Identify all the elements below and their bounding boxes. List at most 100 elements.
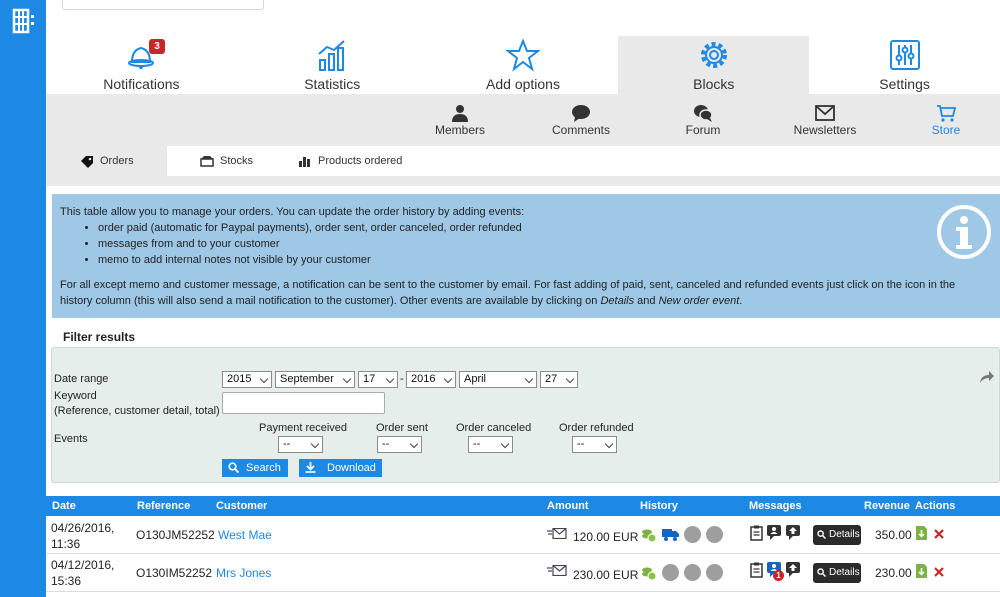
order-date: 04/12/2016, 15:36: [51, 557, 114, 589]
left-sidebar: [0, 0, 46, 597]
from-day-select[interactable]: 17: [358, 371, 398, 388]
memo-icon[interactable]: [750, 525, 763, 541]
download-icon: [305, 462, 316, 473]
search-icon: [228, 462, 239, 473]
canceled-icon[interactable]: [684, 564, 701, 581]
subtab-label: Forum: [685, 123, 721, 137]
search-button[interactable]: Search: [222, 459, 288, 477]
sent-icon[interactable]: [662, 564, 679, 581]
tab-label: Add options: [486, 76, 560, 92]
from-year-select[interactable]: 2015: [222, 371, 272, 388]
details-button[interactable]: Details: [813, 563, 861, 583]
download-button[interactable]: Download: [299, 459, 382, 477]
details-button[interactable]: Details: [813, 525, 861, 545]
col-date[interactable]: Date: [52, 500, 76, 512]
order-date-text: 04/26/2016,: [51, 521, 115, 535]
payment-received-select[interactable]: --: [278, 436, 323, 453]
subtab-label: Comments: [551, 123, 610, 137]
notification-count-badge: 3: [149, 39, 165, 54]
order-reference: O130IM52252: [136, 566, 213, 580]
keyword-label: Keyword: [54, 390, 97, 402]
order-date-text: 04/12/2016,: [51, 558, 115, 572]
col-revenue[interactable]: Revenue: [864, 500, 910, 512]
tab-add-options[interactable]: Add options: [428, 36, 619, 94]
bar-chart-icon: [318, 40, 345, 71]
orders-table-header: Date Reference Customer Amount History M…: [46, 496, 1000, 516]
subtab-members[interactable]: Members: [400, 94, 520, 146]
mail-sent-icon: [547, 528, 567, 539]
tab-products-ordered[interactable]: Products ordered: [298, 146, 428, 176]
invoice-download-icon[interactable]: [915, 525, 928, 541]
info-bullet: messages from and to your customer: [98, 236, 992, 252]
from-month-select[interactable]: September: [275, 371, 355, 388]
subtab-newsletters[interactable]: Newsletters: [765, 94, 885, 146]
details-button-label: Details: [829, 529, 860, 540]
store-tabs-underline: [46, 176, 1000, 186]
invoice-download-icon[interactable]: [915, 563, 928, 579]
message-in-icon[interactable]: [766, 524, 782, 540]
blocks-subtabs: Members Comments Forum Newsletters Store: [46, 94, 1000, 146]
order-amount: 230.00 EUR: [573, 568, 639, 582]
top-search-box[interactable]: [62, 0, 264, 10]
unread-message-badge: 1: [773, 570, 784, 581]
order-canceled-select[interactable]: --: [468, 436, 513, 453]
subtab-store[interactable]: Store: [886, 94, 1000, 146]
table-row: 04/12/2016, 15:36 O130IM52252 Mrs Jones …: [46, 554, 1000, 592]
tab-notifications[interactable]: 3 Notifications: [46, 36, 237, 94]
store-tabs: Orders Stocks Products ordered: [46, 146, 1000, 176]
filter-title: Filter results: [63, 330, 136, 344]
customer-link[interactable]: Mrs Jones: [216, 566, 271, 580]
canceled-icon[interactable]: [684, 526, 701, 543]
tab-label: Settings: [879, 76, 930, 92]
truck-sent-icon[interactable]: [662, 528, 679, 541]
message-out-icon[interactable]: [785, 524, 801, 540]
keyword-input[interactable]: [222, 392, 385, 414]
refunded-icon[interactable]: [706, 526, 723, 543]
subtab-label: Store: [931, 123, 961, 137]
main-tabs: 3 Notifications Statistics Add options B…: [46, 36, 1000, 94]
envelope-icon: [815, 105, 835, 121]
col-actions: Actions: [915, 500, 956, 512]
tag-icon: [81, 155, 93, 168]
order-refunded-select[interactable]: --: [572, 436, 617, 453]
share-arrow-icon[interactable]: [978, 370, 994, 384]
user-icon: [452, 105, 468, 122]
tab-stocks[interactable]: Stocks: [200, 146, 300, 176]
order-sent-select[interactable]: --: [377, 436, 422, 453]
refunded-icon[interactable]: [706, 564, 723, 581]
paid-coins-icon[interactable]: [641, 527, 657, 543]
to-month-select[interactable]: April: [459, 371, 537, 388]
memo-icon[interactable]: [750, 562, 763, 578]
tab-statistics[interactable]: Statistics: [237, 36, 428, 94]
info-panel: This table allow you to manage your orde…: [52, 194, 1000, 318]
keyword-hint: (Reference, customer detail, total): [54, 405, 220, 417]
search-button-label: Search: [246, 462, 281, 474]
delete-icon[interactable]: [934, 567, 944, 577]
tab-orders[interactable]: Orders: [46, 146, 167, 176]
subtab-forum[interactable]: Forum: [643, 94, 763, 146]
cart-icon: [937, 105, 956, 122]
store-logo-icon[interactable]: [10, 6, 38, 36]
to-day-select[interactable]: 27: [540, 371, 578, 388]
info-bullet: memo to add internal notes not visible b…: [98, 252, 992, 268]
tab-label: Stocks: [220, 155, 254, 167]
paid-coins-icon[interactable]: [641, 565, 657, 581]
tab-label: Orders: [100, 155, 134, 167]
mail-sent-icon: [547, 565, 567, 576]
col-messages: Messages: [749, 500, 802, 512]
col-reference[interactable]: Reference: [137, 500, 190, 512]
customer-link[interactable]: West Mae: [218, 528, 272, 542]
tab-blocks[interactable]: Blocks: [618, 36, 810, 94]
message-out-icon[interactable]: [785, 561, 801, 577]
to-year-select[interactable]: 2016: [406, 371, 456, 388]
col-amount[interactable]: Amount: [547, 500, 589, 512]
filter-panel: Date range 2015 September 17 - 2016 Apri…: [51, 347, 1000, 483]
tab-settings[interactable]: Settings: [809, 36, 1000, 94]
subtab-comments[interactable]: Comments: [521, 94, 641, 146]
info-para-new-event: New order event: [658, 295, 740, 307]
info-para-text: For all except memo and customer message…: [60, 279, 956, 307]
info-paragraph: For all except memo and customer message…: [60, 277, 992, 309]
event-order-refunded-label: Order refunded: [559, 422, 634, 434]
col-customer[interactable]: Customer: [216, 500, 267, 512]
delete-icon[interactable]: [934, 529, 944, 539]
